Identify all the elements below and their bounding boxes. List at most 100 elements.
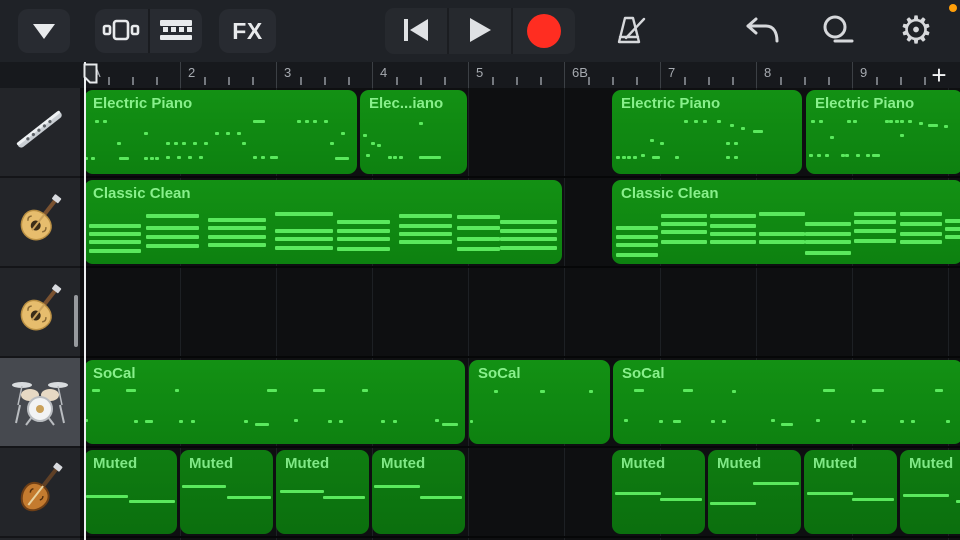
midi-note (674, 155, 679, 159)
chord-note (661, 222, 707, 226)
region-socal[interactable]: SoCal (613, 360, 960, 444)
ruler-beat-tick (348, 77, 350, 85)
midi-note (442, 423, 459, 426)
track-header-bass[interactable] (0, 448, 80, 538)
ruler-beat-tick (588, 77, 590, 85)
midi-note (703, 120, 708, 124)
track-lane-guitar-2 (80, 268, 960, 358)
record-button[interactable] (511, 8, 575, 54)
tracks-view-button[interactable] (95, 9, 148, 53)
chord-note (805, 250, 851, 255)
midi-note (861, 420, 866, 424)
region-socal[interactable]: SoCal (84, 360, 465, 444)
rewind-icon (401, 17, 431, 46)
chord-note (208, 234, 266, 239)
midi-note (103, 120, 108, 124)
midi-note (889, 120, 894, 124)
chord-note (456, 215, 500, 220)
region-electric-piano[interactable]: Electric Piano (84, 90, 357, 174)
chord-note (399, 240, 453, 245)
chord-note (710, 223, 756, 228)
midi-note (829, 136, 834, 140)
midi-note (193, 142, 198, 146)
playhead-flag[interactable] (83, 63, 98, 89)
region-label: Classic Clean (621, 185, 719, 202)
region-classic-clean[interactable]: Classic Clean (612, 180, 960, 264)
track-header-guitar-2[interactable] (0, 268, 80, 358)
track-header-flute[interactable] (0, 88, 80, 178)
midi-note (840, 153, 845, 157)
ruler-beat-tick (708, 77, 710, 85)
rewind-button[interactable] (385, 8, 447, 54)
ruler-beat-tick (156, 77, 158, 85)
region-muted[interactable]: Muted (804, 450, 897, 534)
track-lane-guitar-1: Classic Clean Classic Clean (80, 178, 960, 268)
region-muted[interactable]: Muted (708, 450, 801, 534)
region-elec-iano[interactable]: Elec...iano (360, 90, 467, 174)
midi-note (752, 130, 763, 134)
chord-note (854, 211, 897, 216)
midi-note (693, 120, 698, 124)
region-socal[interactable]: SoCal (469, 360, 610, 444)
region-electric-piano[interactable]: Electric Piano (806, 90, 960, 174)
chord-note (337, 228, 390, 233)
chord-note (945, 235, 960, 240)
region-label: SoCal (93, 365, 136, 382)
region-muted[interactable]: Muted (372, 450, 465, 534)
chord-note (146, 226, 199, 231)
midi-note (672, 420, 681, 424)
ruler-beat-tick (492, 77, 494, 85)
midi-note (339, 420, 344, 424)
region-label: Muted (813, 455, 858, 472)
editor-view-button[interactable] (149, 9, 202, 53)
song-sections-button[interactable] (18, 9, 70, 53)
midi-note (305, 120, 310, 124)
toolbar: FX ⚙ (0, 0, 960, 62)
settings-button[interactable]: ⚙ (892, 8, 940, 54)
midi-note (726, 155, 730, 159)
metronome-button[interactable] (606, 10, 654, 52)
midi-note (588, 390, 593, 394)
midi-note (733, 155, 738, 159)
ruler-bar-line (852, 62, 853, 88)
play-button[interactable] (447, 8, 511, 54)
fx-button[interactable]: FX (219, 9, 276, 53)
chord-note (945, 218, 960, 223)
midi-note (865, 153, 870, 157)
midi-note (872, 388, 884, 392)
ruler-beat-tick (516, 77, 518, 85)
region-muted[interactable]: Muted (84, 450, 177, 534)
ruler-beat-tick (228, 77, 230, 85)
track-header-guitar-1[interactable] (0, 178, 80, 268)
midi-note (781, 423, 793, 426)
vertical-scrollbar-thumb[interactable] (74, 295, 78, 347)
midi-note (615, 155, 620, 159)
chord-note (615, 234, 658, 239)
region-muted[interactable]: Muted (276, 450, 369, 534)
region-classic-clean[interactable]: Classic Clean (84, 180, 562, 264)
chord-note (854, 228, 897, 233)
playhead-line[interactable] (84, 62, 86, 540)
midi-note (373, 485, 420, 489)
midi-note (955, 500, 960, 504)
region-electric-piano[interactable]: Electric Piano (612, 90, 802, 174)
midi-note (900, 133, 905, 137)
midi-note (144, 420, 153, 424)
chord-note (805, 232, 851, 237)
midi-note (823, 388, 835, 392)
region-muted[interactable]: Muted (612, 450, 705, 534)
timeline-ruler[interactable]: A23456B789 + (0, 59, 960, 90)
tracks-view-icon (102, 15, 140, 48)
track-header-drums[interactable] (0, 358, 80, 448)
add-section-button[interactable]: + (924, 59, 954, 90)
midi-note (377, 143, 382, 147)
midi-note (225, 132, 230, 135)
loop-browser-button[interactable] (816, 12, 860, 50)
ruler-bar-label: 2 (188, 65, 196, 80)
undo-icon (744, 15, 780, 48)
midi-note (90, 157, 95, 161)
region-muted[interactable]: Muted (900, 450, 960, 534)
undo-button[interactable] (740, 12, 784, 50)
region-muted[interactable]: Muted (180, 450, 273, 534)
midi-note (362, 388, 369, 392)
